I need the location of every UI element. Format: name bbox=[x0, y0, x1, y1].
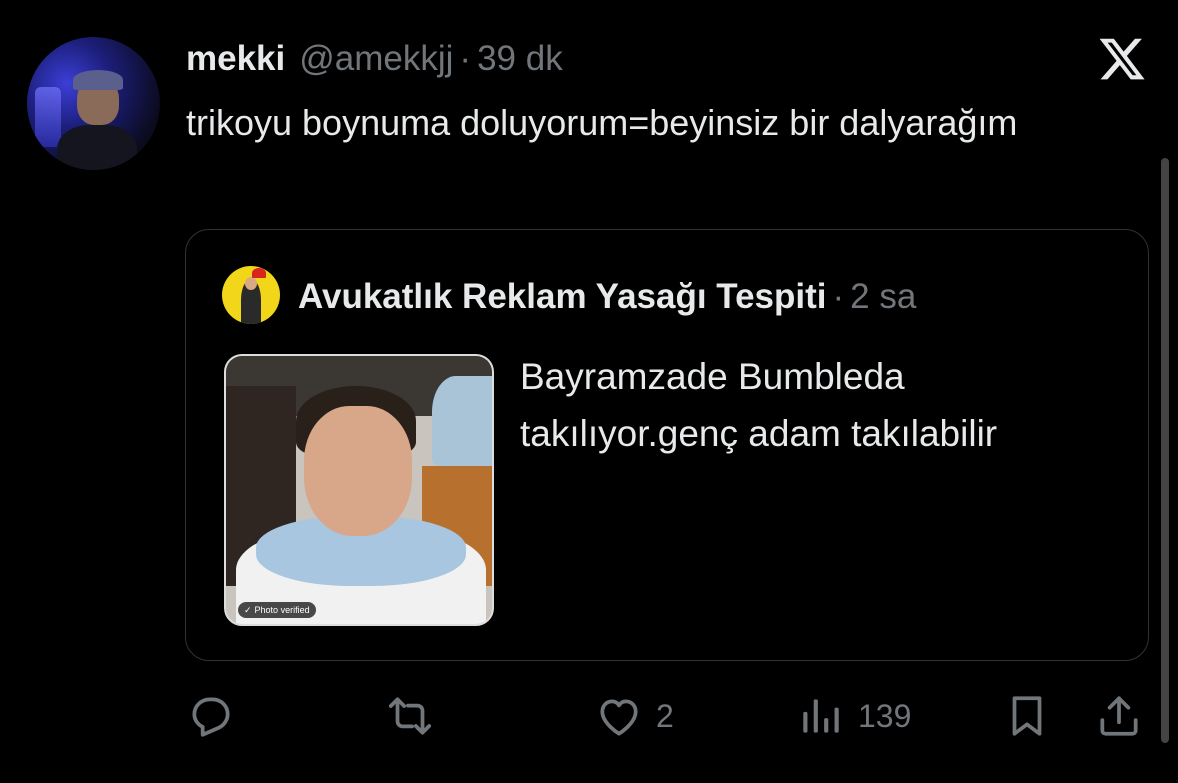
quoted-separator-dot: · bbox=[832, 277, 845, 316]
quoted-photo[interactable]: ✓ Photo verified bbox=[224, 354, 494, 626]
quoted-timestamp[interactable]: 2 sa bbox=[850, 277, 916, 317]
quoted-tweet-text: Bayramzade Bumbleda takılıyor.genç adam … bbox=[520, 356, 998, 454]
separator-dot: · bbox=[459, 39, 472, 78]
scrollbar[interactable] bbox=[1161, 158, 1169, 743]
reply-button[interactable] bbox=[186, 690, 248, 742]
check-circle-icon: ✓ bbox=[244, 604, 252, 615]
tweet-header: mekki @amekkjj · 39 dk bbox=[186, 36, 563, 82]
author-avatar[interactable] bbox=[27, 37, 160, 170]
quoted-author-avatar[interactable] bbox=[222, 266, 280, 324]
like-button[interactable]: 2 bbox=[594, 690, 674, 742]
tweet-text: trikoyu boynuma doluyorum=beyinsiz bir d… bbox=[186, 102, 1018, 143]
reply-icon bbox=[192, 697, 230, 737]
quoted-author-name[interactable]: Avukatlık Reklam Yasağı Tespiti bbox=[298, 277, 827, 317]
bookmark-icon bbox=[1012, 696, 1042, 736]
views-count: 139 bbox=[858, 697, 912, 734]
tweet-actions-bar: 2 139 bbox=[186, 690, 1146, 742]
tweet-timestamp[interactable]: 39 dk bbox=[477, 39, 563, 79]
views-button[interactable]: 139 bbox=[796, 690, 911, 742]
bookmark-button[interactable] bbox=[1002, 690, 1052, 742]
views-icon bbox=[803, 699, 839, 733]
like-count: 2 bbox=[656, 697, 674, 734]
repost-button[interactable] bbox=[385, 690, 447, 742]
quoted-tweet[interactable]: Avukatlık Reklam Yasağı Tespiti · 2 sa ✓… bbox=[185, 229, 1149, 661]
x-logo-icon bbox=[1099, 38, 1145, 80]
share-icon bbox=[1100, 696, 1138, 736]
share-button[interactable] bbox=[1094, 690, 1144, 742]
heart-icon bbox=[600, 699, 638, 736]
photo-verified-label: Photo verified bbox=[254, 605, 310, 615]
author-name[interactable]: mekki bbox=[186, 39, 285, 79]
repost-icon bbox=[388, 697, 432, 735]
author-handle[interactable]: @amekkjj bbox=[299, 39, 453, 79]
photo-verified-badge: ✓ Photo verified bbox=[238, 602, 316, 618]
quoted-tweet-header: Avukatlık Reklam Yasağı Tespiti · 2 sa bbox=[298, 274, 916, 320]
